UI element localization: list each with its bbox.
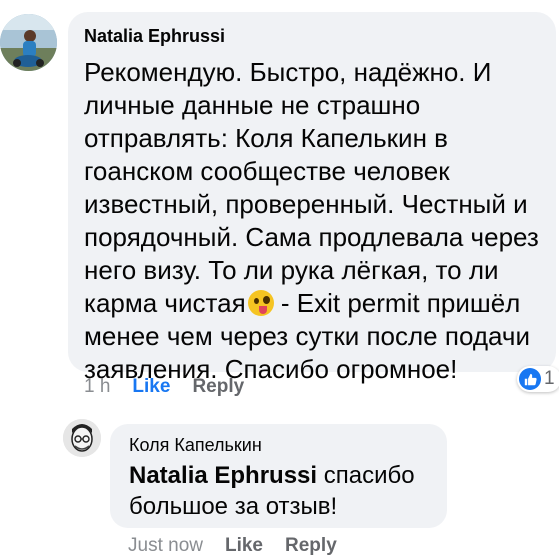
reaction-count: 1: [544, 368, 555, 389]
avatar-photo-icon: [0, 14, 57, 71]
comment-timestamp[interactable]: 1 h: [84, 376, 110, 397]
comment-line: Рекомендую. Быстро, надёжно. И: [84, 57, 492, 87]
reply-button[interactable]: Reply: [192, 376, 244, 397]
comment-line: личные данные не страшно: [84, 90, 421, 120]
comment-line-with-emoji: карма чистая - Exit permit пришёл: [84, 287, 539, 320]
reply-author[interactable]: Коля Капелькин: [129, 435, 262, 456]
comment-line-part: карма чистая: [84, 288, 246, 318]
reply-line: Natalia Ephrussi спасибо: [129, 460, 415, 491]
reply-actions: Just now Like Reply: [128, 535, 337, 557]
comment-author[interactable]: Natalia Ephrussi: [84, 26, 225, 47]
comment-line-part: - Exit permit пришёл: [273, 288, 521, 318]
comment-actions: 1 h Like Reply: [84, 376, 244, 398]
comment-line: отправлять: Коля Капелькин в: [84, 123, 448, 153]
reply-like-button[interactable]: Like: [225, 535, 263, 556]
reply-reply-button[interactable]: Reply: [285, 535, 337, 556]
comment-line: известный, проверенный. Честный и: [84, 189, 528, 219]
like-button[interactable]: Like: [132, 376, 170, 397]
reply-timestamp[interactable]: Just now: [128, 535, 203, 556]
avatar-photo-icon: [63, 419, 101, 457]
reply-line-part: спасибо: [317, 462, 415, 489]
reaction-count-badge[interactable]: 1: [517, 366, 559, 392]
comment-line: него визу. То ли рука лёгкая, то ли: [84, 255, 499, 285]
thumbs-up-icon: [519, 368, 541, 390]
reply-line: большое за отзыв!: [129, 493, 338, 520]
winking-face-with-tongue-icon: [247, 290, 274, 316]
reply-text: Natalia Ephrussi спасибо большое за отзы…: [129, 460, 415, 522]
replier-avatar[interactable]: [63, 419, 101, 457]
commenter-avatar[interactable]: [0, 14, 57, 71]
comment-text: Рекомендую. Быстро, надёжно. И личные да…: [84, 56, 539, 386]
comment-line: гоанском сообществе человек: [84, 156, 450, 186]
reply-bubble: Коля Капелькин Natalia Ephrussi спасибо …: [110, 424, 447, 528]
comment-bubble: Natalia Ephrussi Рекомендую. Быстро, над…: [68, 12, 556, 384]
comment-line: порядочный. Сама продлевала через: [84, 222, 539, 252]
mention-link[interactable]: Natalia Ephrussi: [129, 462, 317, 489]
comment-line: менее чем через сутки после подачи: [84, 321, 530, 351]
